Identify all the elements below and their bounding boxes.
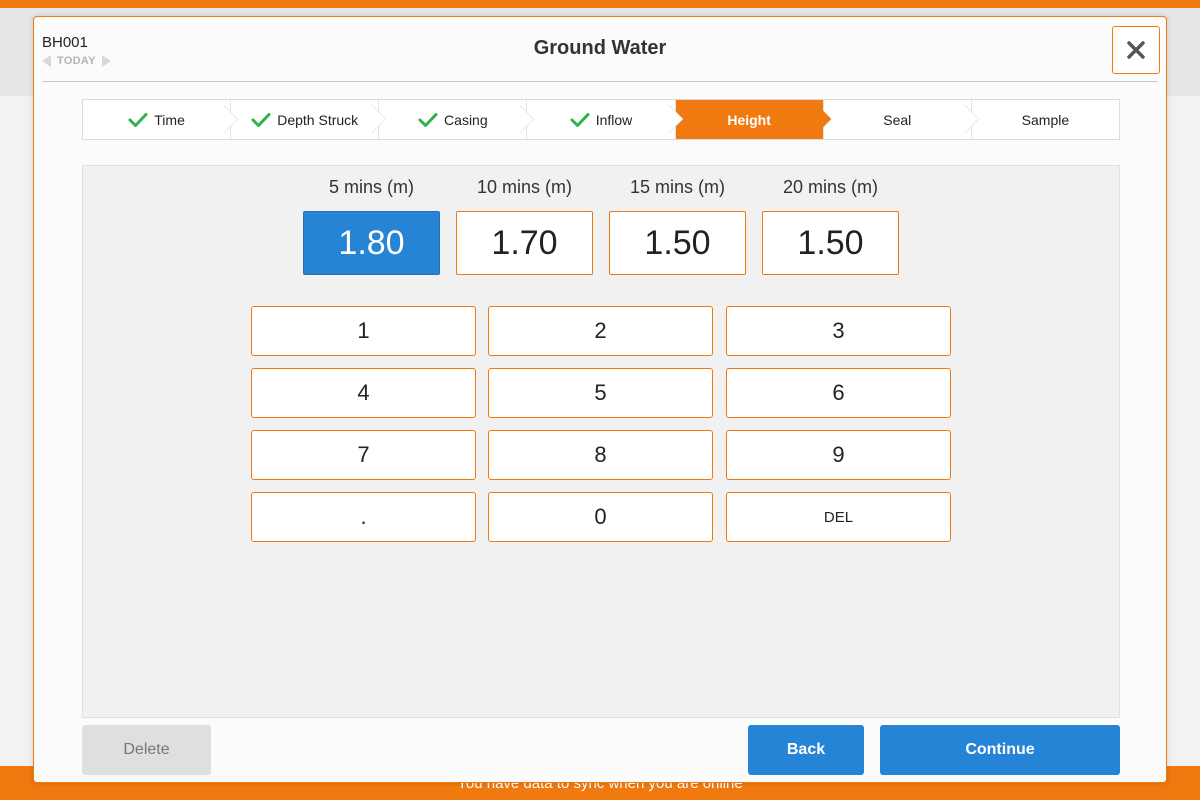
reading-label: 15 mins (m): [629, 177, 725, 197]
ground-water-modal: BH001 TODAY Ground Water Time Depth Struc…: [33, 16, 1167, 783]
modal-title: Ground Water: [533, 37, 667, 59]
step-seal[interactable]: Seal: [824, 100, 980, 139]
step-casing[interactable]: Casing: [379, 100, 535, 139]
key-5[interactable]: 5: [488, 368, 713, 418]
step-inflow[interactable]: Inflow: [527, 100, 683, 139]
reading-label: 5 mins (m): [329, 177, 414, 197]
header-divider: [42, 81, 1158, 82]
checkmark-icon: [251, 112, 271, 127]
reading-column: 15 mins (m) 1.50: [609, 172, 746, 275]
step-label: Inflow: [595, 111, 633, 128]
key-4[interactable]: 4: [251, 368, 476, 418]
step-label: Depth Struck: [277, 111, 359, 128]
close-icon: [1127, 41, 1145, 59]
height-entry-panel: 5 mins (m) 1.80 10 mins (m) 1.70 15 mins (m)…: [82, 165, 1120, 718]
step-label: Seal: [883, 111, 912, 128]
continue-button[interactable]: Continue: [880, 725, 1120, 775]
reading-value-field[interactable]: 1.70: [456, 211, 593, 275]
reading-label: 10 mins (m): [476, 177, 572, 197]
reading-value-field[interactable]: 1.50: [609, 211, 746, 275]
step-label: Height: [727, 111, 771, 128]
step-label: Casing: [444, 111, 488, 128]
key-2[interactable]: 2: [488, 306, 713, 356]
step-time[interactable]: Time: [83, 100, 239, 139]
checkmark-icon: [128, 112, 148, 127]
step-label: Time: [154, 111, 185, 128]
step-height[interactable]: Height: [675, 100, 831, 139]
key-9[interactable]: 9: [726, 430, 951, 480]
readings-row: 5 mins (m) 1.80 10 mins (m) 1.70 15 mins (m)…: [303, 172, 903, 282]
step-depth-struck[interactable]: Depth Struck: [231, 100, 387, 139]
key-3[interactable]: 3: [726, 306, 951, 356]
back-button[interactable]: Back: [748, 725, 864, 775]
step-label: Sample: [1021, 111, 1070, 128]
checkmark-icon: [418, 112, 438, 127]
modal-header: BH001 TODAY Ground Water: [34, 17, 1166, 83]
checkmark-icon: [570, 112, 590, 127]
reading-column: 5 mins (m) 1.80: [303, 172, 440, 275]
key-8[interactable]: 8: [488, 430, 713, 480]
reading-label: 20 mins (m): [782, 177, 878, 197]
key-7[interactable]: 7: [251, 430, 476, 480]
key-delete[interactable]: DEL: [726, 492, 951, 542]
app-top-bar: [0, 0, 1200, 8]
step-sample[interactable]: Sample: [972, 100, 1119, 139]
reading-column: 20 mins (m) 1.50: [762, 172, 899, 275]
step-progress-bar: Time Depth Struck Casing Inflow Height Seal Sa…: [82, 99, 1120, 140]
key-decimal[interactable]: .: [251, 492, 476, 542]
key-1[interactable]: 1: [251, 306, 476, 356]
key-6[interactable]: 6: [726, 368, 951, 418]
close-button[interactable]: [1112, 26, 1160, 74]
reading-value-field[interactable]: 1.50: [762, 211, 899, 275]
reading-value-field[interactable]: 1.80: [303, 211, 440, 275]
key-0[interactable]: 0: [488, 492, 713, 542]
reading-column: 10 mins (m) 1.70: [456, 172, 593, 275]
delete-button[interactable]: Delete: [82, 725, 211, 775]
